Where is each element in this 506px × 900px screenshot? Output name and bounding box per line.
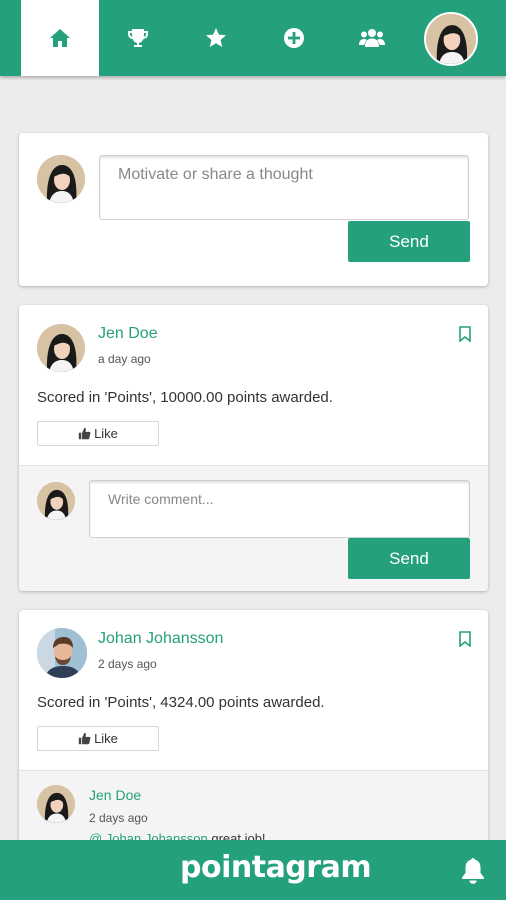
- comment-send-button[interactable]: Send: [348, 538, 470, 579]
- author-avatar[interactable]: [37, 628, 87, 678]
- post-text: Scored in 'Points', 10000.00 points awar…: [37, 389, 333, 406]
- user-avatar: [37, 155, 85, 203]
- post-text: Scored in 'Points', 4324.00 points award…: [37, 694, 325, 711]
- bottom-bar: pointagram: [0, 840, 506, 900]
- post-card: Johan Johansson 2 days ago Scored in 'Po…: [19, 610, 488, 860]
- avatar-image: [37, 628, 87, 678]
- tab-home[interactable]: [21, 0, 99, 76]
- plus-circle-icon: [284, 28, 304, 48]
- avatar-image: [37, 324, 85, 372]
- trophy-icon: [128, 29, 148, 47]
- avatar-image: [37, 155, 85, 203]
- avatar-image: [37, 482, 75, 520]
- post-card: Jen Doe a day ago Scored in 'Points', 10…: [19, 305, 488, 591]
- send-button[interactable]: Send: [348, 221, 470, 262]
- comment-input[interactable]: Write comment...: [89, 480, 470, 538]
- bell-icon[interactable]: [460, 856, 486, 884]
- tab-trophy[interactable]: [99, 0, 177, 76]
- avatar-image: [37, 785, 75, 823]
- avatar-image: [426, 14, 476, 64]
- like-button[interactable]: Like: [37, 726, 159, 751]
- home-icon: [50, 29, 70, 47]
- star-icon: [206, 28, 226, 47]
- post-author[interactable]: Jen Doe: [98, 325, 158, 343]
- comment-author[interactable]: Jen Doe: [89, 787, 141, 803]
- comment-composer: Write comment... Send: [19, 465, 488, 591]
- post-author[interactable]: Johan Johansson: [98, 630, 223, 648]
- like-label: Like: [94, 731, 118, 746]
- pointagram-logo: pointagram: [180, 850, 372, 885]
- thumbs-up-icon: [78, 427, 91, 440]
- profile-avatar[interactable]: [424, 12, 478, 66]
- top-navigation: [0, 0, 506, 76]
- commenter-avatar[interactable]: [37, 785, 75, 823]
- post-time: 2 days ago: [98, 657, 157, 671]
- user-avatar: [37, 482, 75, 520]
- tab-add[interactable]: [255, 0, 333, 76]
- like-label: Like: [94, 426, 118, 441]
- like-button[interactable]: Like: [37, 421, 159, 446]
- author-avatar[interactable]: [37, 324, 85, 372]
- compose-card: Motivate or share a thought Send: [19, 133, 488, 286]
- bookmark-icon[interactable]: [458, 631, 472, 647]
- tab-people[interactable]: [333, 0, 411, 76]
- compose-input[interactable]: Motivate or share a thought: [99, 155, 469, 220]
- post-time: a day ago: [98, 352, 151, 366]
- tab-star[interactable]: [177, 0, 255, 76]
- people-icon: [359, 29, 385, 47]
- comment-time: 2 days ago: [89, 811, 148, 825]
- thumbs-up-icon: [78, 732, 91, 745]
- bookmark-icon[interactable]: [458, 326, 472, 342]
